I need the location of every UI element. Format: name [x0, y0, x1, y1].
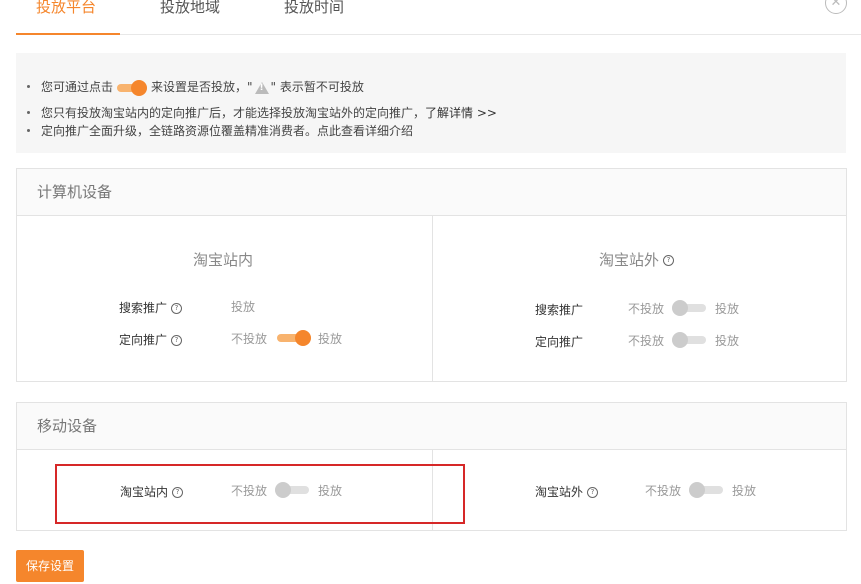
outside-column-title: 淘宝站外?	[599, 249, 675, 270]
inside-column-title: 淘宝站内	[193, 251, 254, 269]
outside-search-toggle[interactable]	[672, 299, 706, 317]
off-label: 不投放	[231, 332, 268, 346]
off-label: 不投放	[645, 484, 682, 498]
warning-icon	[254, 81, 269, 94]
mobile-panel-title: 移动设备	[17, 403, 846, 450]
on-label: 投放	[732, 484, 757, 498]
outside-targeted-label: 定向推广	[535, 335, 584, 349]
tab-time[interactable]: 投放时间	[284, 0, 344, 34]
on-label: 投放	[715, 302, 740, 316]
learn-more-link[interactable]: 了解详情 >>	[425, 106, 497, 120]
inside-targeted-toggle[interactable]	[277, 329, 311, 347]
tab-region[interactable]: 投放地域	[160, 0, 220, 34]
help-icon[interactable]: ?	[663, 255, 675, 266]
notice-item: 您只有投放淘宝站内的定向推广后，才能选择投放淘宝站外的定向推广，了解详情 >>	[27, 104, 497, 121]
highlight-annotation	[55, 464, 465, 524]
notice-box: 您可通过点击来设置是否投放，"" 表示暂不可投放 您只有投放淘宝站内的定向推广后…	[16, 53, 846, 153]
search-promo-status: 投放	[231, 300, 256, 314]
active-tab-indicator	[16, 33, 120, 35]
column-divider	[432, 216, 433, 381]
outside-targeted-toggle[interactable]	[672, 331, 706, 349]
mobile-outside-toggle[interactable]	[689, 481, 723, 499]
computer-device-panel: 计算机设备 淘宝站内 搜索推广? 投放 定向推广? 不投放 投放 淘宝站外? 搜…	[16, 168, 847, 382]
notice-item: 您可通过点击来设置是否投放，"" 表示暂不可投放	[27, 78, 364, 96]
help-icon[interactable]: ?	[171, 335, 183, 346]
notice-item: 定向推广全面升级，全链路资源位覆盖精准消费者。点此查看详细介绍	[27, 122, 413, 139]
off-label: 不投放	[628, 302, 665, 316]
help-icon[interactable]: ?	[171, 303, 183, 314]
search-promo-label: 搜索推广?	[119, 299, 183, 316]
targeted-promo-label: 定向推广?	[119, 331, 183, 348]
outside-search-label: 搜索推广	[535, 303, 584, 317]
tab-bar: 投放平台 投放地域 投放时间	[16, 0, 861, 35]
tab-platform[interactable]: 投放平台	[36, 0, 96, 34]
off-label: 不投放	[628, 334, 665, 348]
mobile-outside-label: 淘宝站外?	[535, 483, 599, 500]
help-icon[interactable]: ?	[587, 487, 599, 498]
on-label: 投放	[318, 332, 343, 346]
toggle-example-icon	[117, 79, 148, 96]
on-label: 投放	[715, 334, 740, 348]
save-settings-button[interactable]: 保存设置	[16, 550, 84, 582]
upgrade-intro-link[interactable]: 定向推广全面升级，全链路资源位覆盖精准消费者。点此查看详细介绍	[41, 124, 413, 138]
computer-panel-title: 计算机设备	[17, 169, 846, 216]
